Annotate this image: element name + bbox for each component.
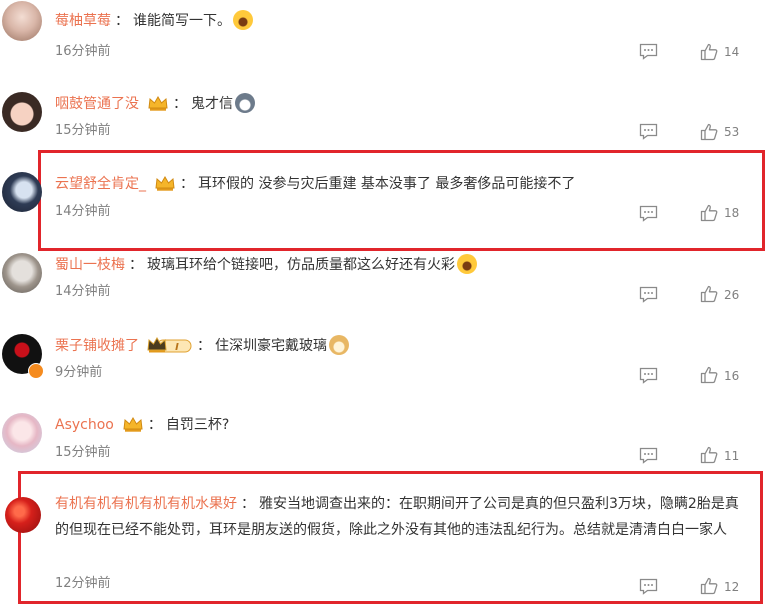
reply-icon[interactable] bbox=[639, 123, 658, 140]
surprised-emoji-icon bbox=[457, 254, 477, 274]
comment-text: 谁能简写一下。 bbox=[133, 13, 231, 29]
username-link[interactable]: 云望舒全肯定_ bbox=[55, 176, 146, 192]
reply-icon[interactable] bbox=[639, 205, 658, 222]
badge-level: I bbox=[175, 342, 179, 353]
comment-text: 住深圳豪宅戴玻璃 bbox=[215, 338, 327, 354]
like-icon[interactable] bbox=[700, 577, 718, 595]
comment-item: 蜀山一枝梅：玻璃耳环给个链接吧，仿品质量都这么好还有火彩 14分钟前 26 bbox=[0, 243, 766, 323]
username-link[interactable]: 莓柚草莓 bbox=[55, 13, 111, 29]
like-icon[interactable] bbox=[700, 366, 718, 384]
crown-level-badge-icon[interactable]: I bbox=[147, 336, 193, 354]
colon: ： bbox=[241, 496, 255, 512]
like-count: 14 bbox=[724, 45, 740, 59]
like-icon[interactable] bbox=[700, 204, 718, 222]
like-icon[interactable] bbox=[700, 43, 718, 61]
like-count: 11 bbox=[724, 449, 740, 463]
colon: ： bbox=[115, 13, 129, 29]
comment-item: Asychoo ：自罚三杯? 15分钟前 11 bbox=[0, 404, 766, 470]
timestamp: 9分钟前 bbox=[55, 365, 103, 380]
comment-text: 耳环假的 没参与灾后重建 基本没事了 最多奢侈品可能接不了 bbox=[198, 176, 576, 192]
avatar[interactable] bbox=[2, 92, 42, 132]
avatar[interactable] bbox=[2, 1, 42, 41]
username-link[interactable]: 栗子铺收摊了 bbox=[55, 338, 139, 354]
crown-badge-icon[interactable] bbox=[154, 174, 176, 192]
reply-icon[interactable] bbox=[639, 367, 658, 384]
like-icon[interactable] bbox=[700, 446, 718, 464]
reply-icon[interactable] bbox=[639, 578, 658, 595]
verified-badge-icon bbox=[28, 363, 44, 379]
doge-emoji-icon bbox=[329, 335, 349, 355]
crown-badge-icon[interactable] bbox=[147, 94, 169, 112]
comment-item: 栗子铺收摊了 I ：住深圳豪宅戴玻璃 9分钟前 16 bbox=[0, 323, 766, 403]
reply-icon[interactable] bbox=[639, 43, 658, 60]
reply-icon[interactable] bbox=[639, 286, 658, 303]
timestamp: 16分钟前 bbox=[55, 44, 111, 59]
colon: ： bbox=[173, 96, 187, 112]
like-count: 53 bbox=[724, 125, 740, 139]
like-icon[interactable] bbox=[700, 285, 718, 303]
crown-badge-icon[interactable] bbox=[122, 415, 144, 433]
avatar[interactable] bbox=[2, 253, 42, 293]
surprised-emoji-icon bbox=[233, 10, 253, 30]
avatar[interactable] bbox=[5, 497, 41, 533]
colon: ： bbox=[129, 257, 143, 273]
username-link[interactable]: Asychoo bbox=[55, 417, 114, 433]
like-count: 18 bbox=[724, 206, 740, 220]
username-link[interactable]: 有机有机有机有机有机水果好 bbox=[55, 496, 237, 512]
timestamp: 15分钟前 bbox=[55, 123, 111, 138]
timestamp: 12分钟前 bbox=[55, 576, 111, 591]
like-icon[interactable] bbox=[700, 123, 718, 141]
timestamp: 15分钟前 bbox=[55, 445, 111, 460]
comment-text: 玻璃耳环给个链接吧，仿品质量都这么好还有火彩 bbox=[147, 257, 455, 273]
reply-icon[interactable] bbox=[639, 447, 658, 464]
like-count: 12 bbox=[724, 580, 740, 594]
like-count: 16 bbox=[724, 369, 740, 383]
comment-text: 自罚三杯? bbox=[165, 417, 230, 433]
avatar[interactable] bbox=[2, 413, 42, 453]
username-link[interactable]: 蜀山一枝梅 bbox=[55, 257, 125, 273]
avatar[interactable] bbox=[2, 172, 42, 212]
like-count: 26 bbox=[724, 288, 740, 302]
colon: ： bbox=[180, 176, 194, 192]
comment-item: 云望舒全肯定_ ：耳环假的 没参与灾后重建 基本没事了 最多奢侈品可能接不了 14… bbox=[0, 160, 766, 242]
username-link[interactable]: 咽鼓管通了没 bbox=[55, 96, 139, 112]
colon: ： bbox=[197, 338, 211, 354]
comment-item: 莓柚草莓：谁能简写一下。 16分钟前 14 bbox=[0, 0, 766, 78]
timestamp: 14分钟前 bbox=[55, 284, 111, 299]
timestamp: 14分钟前 bbox=[55, 204, 111, 219]
husky-emoji-icon bbox=[235, 93, 255, 113]
colon: ： bbox=[147, 417, 162, 433]
comment-text: 鬼才信 bbox=[191, 96, 233, 112]
comment-item: 有机有机有机有机有机水果好：雅安当地调查出来的：在职期间开了公司是真的但只盈利3… bbox=[0, 482, 766, 602]
comment-item: 咽鼓管通了没 ：鬼才信 15分钟前 53 bbox=[0, 80, 766, 160]
